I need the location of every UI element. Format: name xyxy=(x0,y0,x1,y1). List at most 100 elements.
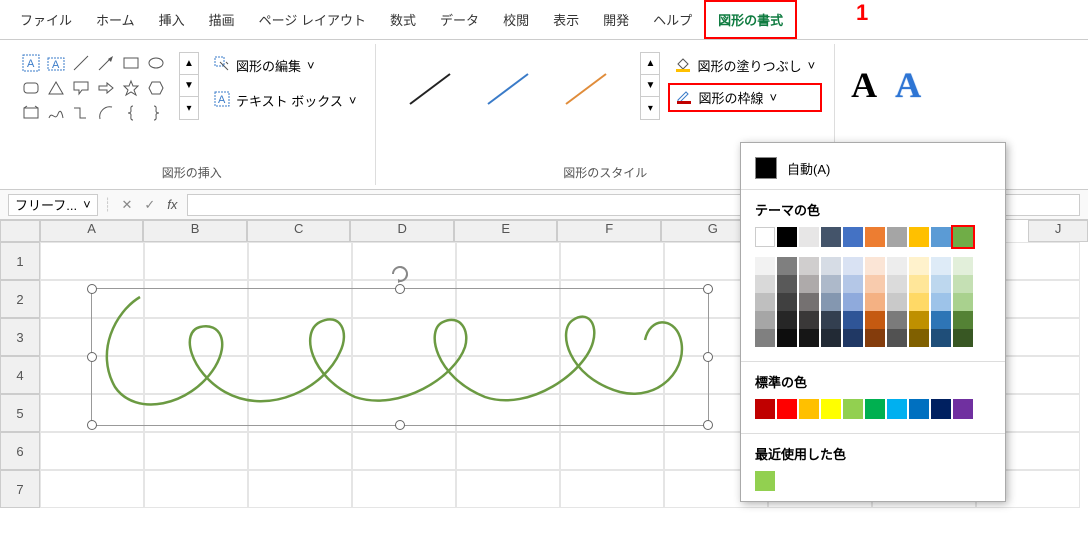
shade-swatch[interactable] xyxy=(887,311,907,329)
menu-data[interactable]: データ xyxy=(428,2,491,37)
col-head-d[interactable]: D xyxy=(350,220,454,242)
cell[interactable] xyxy=(560,432,664,470)
row-head[interactable]: 2 xyxy=(0,280,40,318)
text-box-button[interactable]: A テキスト ボックス ˅ xyxy=(207,87,363,114)
shade-swatch[interactable] xyxy=(777,311,797,329)
style-item-black[interactable] xyxy=(400,64,460,114)
menu-review[interactable]: 校閲 xyxy=(491,2,541,37)
theme-color-swatch[interactable] xyxy=(931,227,951,247)
fx-icon[interactable]: fx xyxy=(163,197,181,213)
shade-swatch[interactable] xyxy=(953,311,973,329)
shape-arrow-line-icon[interactable] xyxy=(95,52,117,74)
shapes-gallery-up[interactable]: ▲ xyxy=(180,53,198,75)
shade-swatch[interactable] xyxy=(821,311,841,329)
shade-swatch[interactable] xyxy=(865,275,885,293)
shape-textbox-a-icon[interactable]: A xyxy=(20,52,42,74)
shade-swatch[interactable] xyxy=(931,293,951,311)
col-head-e[interactable]: E xyxy=(454,220,558,242)
shade-swatch[interactable] xyxy=(755,311,775,329)
shade-swatch[interactable] xyxy=(843,275,863,293)
standard-color-swatch[interactable] xyxy=(931,399,951,419)
cell[interactable] xyxy=(40,470,144,508)
row-head[interactable]: 4 xyxy=(0,356,40,394)
row-head[interactable]: 5 xyxy=(0,394,40,432)
shape-oval-icon[interactable] xyxy=(145,52,167,74)
theme-color-swatch[interactable] xyxy=(799,227,819,247)
style-gallery-down[interactable]: ▼ xyxy=(641,75,659,97)
standard-color-swatch[interactable] xyxy=(755,399,775,419)
cell[interactable] xyxy=(144,432,248,470)
cell[interactable] xyxy=(144,470,248,508)
cell[interactable] xyxy=(248,470,352,508)
standard-color-swatch[interactable] xyxy=(843,399,863,419)
standard-color-swatch[interactable] xyxy=(821,399,841,419)
style-gallery-more[interactable]: ▾ xyxy=(641,97,659,119)
shade-swatch[interactable] xyxy=(909,257,929,275)
cell[interactable] xyxy=(40,242,144,280)
shape-brace-right-icon[interactable] xyxy=(145,102,167,124)
shade-swatch[interactable] xyxy=(931,257,951,275)
shape-arc-icon[interactable] xyxy=(95,102,117,124)
shape-fill-button[interactable]: 図形の塗りつぶし ˅ xyxy=(668,52,822,79)
theme-color-swatch[interactable] xyxy=(843,227,863,247)
shade-swatch[interactable] xyxy=(931,329,951,347)
cancel-formula-icon[interactable]: ✕ xyxy=(117,197,136,213)
shape-line-icon[interactable] xyxy=(70,52,92,74)
cell[interactable] xyxy=(144,242,248,280)
resize-handle-bc[interactable] xyxy=(395,420,405,430)
theme-color-swatch[interactable] xyxy=(777,227,797,247)
cell[interactable] xyxy=(456,470,560,508)
standard-color-swatch[interactable] xyxy=(777,399,797,419)
shade-swatch[interactable] xyxy=(777,329,797,347)
shape-triangle-icon[interactable] xyxy=(45,77,67,99)
menu-developer[interactable]: 開発 xyxy=(591,2,641,37)
wordart-style-black[interactable]: A xyxy=(851,64,877,106)
resize-handle-tc[interactable] xyxy=(395,284,405,294)
shade-swatch[interactable] xyxy=(909,329,929,347)
color-auto-row[interactable]: 自動(A) xyxy=(741,151,1005,185)
row-head[interactable]: 7 xyxy=(0,470,40,508)
shade-swatch[interactable] xyxy=(843,257,863,275)
shade-swatch[interactable] xyxy=(777,257,797,275)
shade-swatch[interactable] xyxy=(799,329,819,347)
menu-file[interactable]: ファイル xyxy=(8,2,84,37)
resize-handle-mr[interactable] xyxy=(703,352,713,362)
shade-swatch[interactable] xyxy=(953,257,973,275)
cell[interactable] xyxy=(40,432,144,470)
resize-handle-br[interactable] xyxy=(703,420,713,430)
shapes-gallery-down[interactable]: ▼ xyxy=(180,75,198,97)
freeform-shape[interactable] xyxy=(95,292,705,422)
standard-color-swatch[interactable] xyxy=(887,399,907,419)
shade-swatch[interactable] xyxy=(799,275,819,293)
shade-swatch[interactable] xyxy=(821,329,841,347)
shape-flowchart-a-icon[interactable] xyxy=(20,102,42,124)
theme-color-swatch[interactable] xyxy=(909,227,929,247)
shade-swatch[interactable] xyxy=(821,293,841,311)
theme-color-swatch[interactable] xyxy=(953,227,973,247)
standard-color-swatch[interactable] xyxy=(953,399,973,419)
shade-swatch[interactable] xyxy=(887,293,907,311)
menu-insert[interactable]: 挿入 xyxy=(147,2,197,37)
menu-view[interactable]: 表示 xyxy=(541,2,591,37)
shape-callout-icon[interactable] xyxy=(70,77,92,99)
theme-color-swatch[interactable] xyxy=(821,227,841,247)
shape-textbox-b-icon[interactable]: A xyxy=(45,52,67,74)
theme-color-swatch[interactable] xyxy=(887,227,907,247)
resize-handle-tr[interactable] xyxy=(703,284,713,294)
theme-color-swatch[interactable] xyxy=(865,227,885,247)
shade-swatch[interactable] xyxy=(909,293,929,311)
shade-swatch[interactable] xyxy=(755,257,775,275)
wordart-style-blue[interactable]: A xyxy=(895,64,921,106)
menu-help[interactable]: ヘルプ xyxy=(641,2,704,37)
shade-swatch[interactable] xyxy=(777,275,797,293)
shade-swatch[interactable] xyxy=(887,275,907,293)
shade-swatch[interactable] xyxy=(799,257,819,275)
shade-swatch[interactable] xyxy=(953,275,973,293)
cell[interactable] xyxy=(248,242,352,280)
resize-handle-tl[interactable] xyxy=(87,284,97,294)
edit-shapes-button[interactable]: 図形の編集 ˅ xyxy=(207,52,363,79)
enter-formula-icon[interactable]: ✓ xyxy=(140,197,159,213)
col-head-f[interactable]: F xyxy=(557,220,661,242)
shade-swatch[interactable] xyxy=(931,275,951,293)
menu-draw[interactable]: 描画 xyxy=(197,2,247,37)
